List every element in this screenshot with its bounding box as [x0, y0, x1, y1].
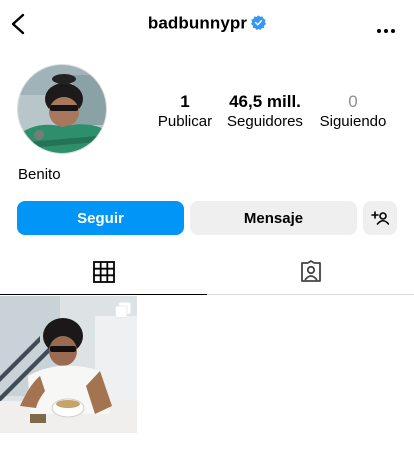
- more-options-button[interactable]: [376, 21, 396, 33]
- tagged-icon: [300, 260, 321, 282]
- verified-badge-icon: [251, 15, 267, 31]
- posts-count: 1: [180, 92, 190, 111]
- profile-stats: 1 Publicar 46,5 mill. Seguidores 0 Sigui…: [150, 92, 396, 131]
- display-name: Benito: [18, 166, 61, 183]
- following-label: Siguiendo: [319, 113, 387, 130]
- carousel-icon: [115, 302, 131, 318]
- suggested-accounts-button[interactable]: [363, 201, 397, 235]
- tab-posts-grid[interactable]: [0, 250, 207, 295]
- following-stat[interactable]: 0 Siguiendo: [310, 92, 396, 131]
- posts-label: Publicar: [157, 113, 213, 130]
- profile-header: badbunnypr: [0, 0, 414, 48]
- username-title: badbunnypr: [0, 13, 414, 34]
- grid-icon: [92, 261, 115, 283]
- profile-actions: Seguir Mensaje: [17, 201, 397, 235]
- profile-tabs: [0, 250, 414, 295]
- profile-avatar[interactable]: [17, 64, 107, 154]
- add-person-icon: [371, 211, 389, 225]
- following-count: 0: [348, 92, 358, 111]
- message-button[interactable]: Mensaje: [190, 201, 357, 235]
- posts-stat[interactable]: 1 Publicar: [150, 92, 220, 131]
- more-dots-icon: [377, 29, 395, 33]
- username-text: badbunnypr: [147, 13, 248, 33]
- follow-button[interactable]: Seguir: [17, 201, 184, 235]
- followers-count: 46,5 mill.: [229, 92, 301, 111]
- tab-tagged[interactable]: [207, 250, 414, 295]
- followers-label: Seguidores: [227, 113, 303, 130]
- followers-stat[interactable]: 46,5 mill. Seguidores: [220, 92, 310, 131]
- avatar-photo: [18, 65, 106, 153]
- post-thumbnail[interactable]: [0, 296, 137, 433]
